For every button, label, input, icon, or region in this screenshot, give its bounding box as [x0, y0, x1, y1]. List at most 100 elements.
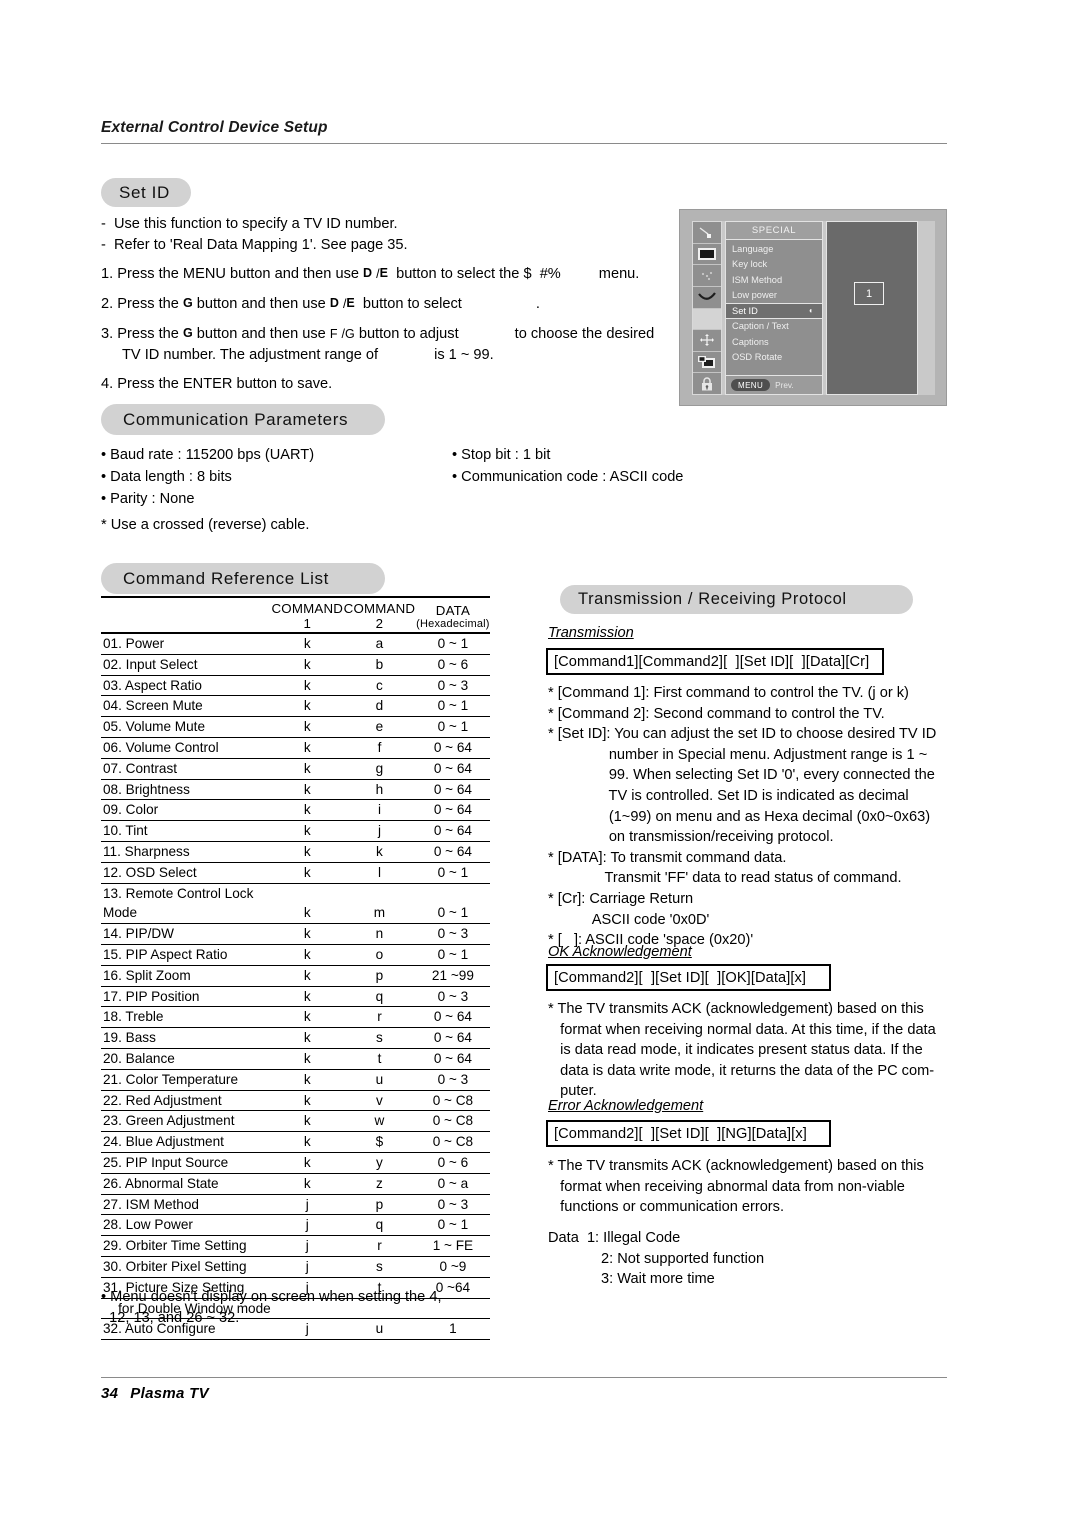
command-table-header-row: COMMAND 1 COMMAND 2 DATA (Hexadecimal): [101, 596, 490, 634]
row-5-data: 0 ~ 64: [415, 737, 490, 759]
row-29-c1: j: [271, 1256, 344, 1278]
osd-icon-lock[interactable]: [693, 373, 721, 394]
row-20-c2: u: [343, 1069, 416, 1091]
row-16-c2: q: [343, 986, 416, 1008]
error-data-item-1: 2: Not supported function: [601, 1250, 765, 1267]
osd-prev-label: Prev.: [775, 380, 794, 390]
table-row: 20. Balance k t 0 ~ 64: [101, 1048, 490, 1070]
row-28-c1: j: [271, 1235, 344, 1257]
row-17-c2: r: [343, 1006, 416, 1029]
row-28-data: 1 ~ FE: [415, 1235, 490, 1257]
osd-icon-screen[interactable]: [693, 330, 721, 352]
col-header-command-1: COMMAND 1: [271, 596, 344, 634]
tv-osd-screenshot: SPECIAL Language Key lock ISM Method Low…: [679, 209, 947, 406]
row-6-data: 0 ~ 64: [415, 758, 490, 780]
osd-icon-picture[interactable]: [693, 244, 721, 266]
set-id-step-2: 2. Press the G button and then use D /E …: [101, 293, 654, 315]
row-16-name: 17. PIP Position: [101, 986, 272, 1008]
step-3-line2-b: is 1 ~ 99.: [434, 347, 494, 363]
row-14-data: 0 ~ 1: [415, 944, 490, 966]
section-heading-communication-parameters: Communication Parameters: [101, 404, 385, 435]
footer-rule: [101, 1377, 947, 1378]
row-3-data: 0 ~ 1: [415, 695, 490, 718]
row-13-data: 0 ~ 3: [415, 923, 490, 945]
osd-item-caption-text[interactable]: Caption / Text: [726, 319, 822, 335]
section-heading-command-reference-list: Command Reference List: [101, 563, 385, 594]
table-row: 15. PIP Aspect Ratio k o 0 ~ 1: [101, 944, 490, 966]
row-28-name: 29. Orbiter Time Setting: [101, 1235, 272, 1257]
step-3-number: 3.: [101, 326, 114, 342]
step-1-glyph: $ #%: [523, 266, 561, 282]
row-5-name: 06. Volume Control: [101, 737, 272, 759]
row-15-c2: p: [343, 965, 416, 987]
row-18-c2: s: [343, 1027, 416, 1049]
osd-item-set-id[interactable]: Set ID ◖: [726, 303, 822, 319]
comm-params-right-bullets: • Stop bit : 1 bit • Communication code …: [452, 444, 683, 488]
set-id-steps: 1. Press the MENU button and then use D …: [101, 263, 654, 403]
row-29-c2: s: [343, 1256, 416, 1278]
row-11-c2: l: [343, 862, 416, 884]
osd-menu-button[interactable]: MENU: [731, 379, 771, 391]
col-header-command-2: COMMAND 2: [343, 596, 416, 634]
osd-item-ism-method[interactable]: ISM Method: [726, 272, 822, 288]
row-19-data: 0 ~ 64: [415, 1048, 490, 1070]
transmission-note-10: * [Cr]: Carriage Return: [548, 890, 694, 907]
table-row: 13. Remote Control Lock Mode k m 0 ~ 1: [101, 883, 490, 925]
step-3-text-b: button and then use: [196, 326, 326, 342]
osd-icon-pip[interactable]: [693, 352, 721, 374]
col-header-data-sub: (Hexadecimal): [416, 618, 490, 630]
set-id-step-1: 1. Press the MENU button and then use D …: [101, 263, 654, 285]
step-1-symbol-up: D: [363, 266, 373, 280]
transmission-note-3: number in Special menu. Adjustment range…: [548, 746, 928, 763]
table-row: 22. Red Adjustment k v 0 ~ C8: [101, 1090, 490, 1112]
osd-icon-special[interactable]: [693, 308, 721, 331]
step-2-text-c: button to select: [362, 296, 462, 312]
transmission-note-8: * [DATA]: To transmit command data.: [548, 849, 787, 866]
row-4-c1: k: [271, 716, 344, 738]
table-row: 10. Tint k j 0 ~ 64: [101, 820, 490, 842]
row-8-data: 0 ~ 64: [415, 799, 490, 822]
row-2-c2: c: [343, 675, 416, 697]
table-row: 26. Abnormal State k z 0 ~ a: [101, 1173, 490, 1195]
osd-item-osd-rotate[interactable]: OSD Rotate: [726, 350, 822, 366]
osd-item-language[interactable]: Language: [726, 241, 822, 257]
osd-item-low-power[interactable]: Low power: [726, 288, 822, 304]
table-row: 17. PIP Position k q 0 ~ 3: [101, 986, 490, 1008]
step-2-symbol-up: D: [329, 296, 339, 310]
row-13-c1: k: [271, 923, 344, 945]
osd-icon-setup[interactable]: [693, 222, 721, 244]
table-row: 14. PIP/DW k n 0 ~ 3: [101, 923, 490, 945]
row-22-c2: w: [343, 1110, 416, 1133]
osd-set-id-value[interactable]: 1: [854, 282, 884, 305]
row-12-c2: m: [343, 883, 416, 925]
step-3-symbol-right2: G: [345, 327, 355, 341]
row-10-c1: k: [271, 841, 344, 863]
osd-menu-title: SPECIAL: [726, 222, 822, 240]
osd-item-key-lock[interactable]: Key lock: [726, 257, 822, 273]
set-id-step-3: 3. Press the G button and then use F /G …: [101, 323, 654, 366]
row-10-data: 0 ~ 64: [415, 841, 490, 863]
osd-item-captions[interactable]: Captions: [726, 334, 822, 350]
row-17-name: 18. Treble: [101, 1006, 272, 1029]
table-row: 08. Brightness k h 0 ~ 64: [101, 779, 490, 801]
row-19-c2: t: [343, 1048, 416, 1070]
row-7-name: 08. Brightness: [101, 779, 272, 801]
table-row: 11. Sharpness k k 0 ~ 64: [101, 841, 490, 863]
footer-page-number: 34: [101, 1385, 119, 1402]
error-acknowledgement-notes: * The TV transmits ACK (acknowledgement)…: [548, 1156, 924, 1218]
step-3-line2-a: TV ID number. The adjustment range of: [122, 347, 379, 363]
osd-item-ism-method-label: ISM Method: [732, 274, 783, 285]
row-14-c1: k: [271, 944, 344, 966]
row-4-c2: e: [343, 716, 416, 738]
step-2-symbol-down: E: [346, 296, 355, 310]
row-3-name: 04. Screen Mute: [101, 695, 272, 718]
step-2-text-b: button and then use: [196, 296, 326, 312]
osd-icon-sound[interactable]: [693, 265, 721, 287]
row-25-data: 0 ~ a: [415, 1173, 490, 1195]
row-25-name: 26. Abnormal State: [101, 1173, 272, 1195]
row-0-data: 0 ~ 1: [415, 633, 490, 655]
table-row: 16. Split Zoom k p 21 ~99: [101, 965, 490, 987]
transmission-note-5: TV is controlled. Set ID is indicated as…: [548, 787, 909, 804]
osd-icon-time[interactable]: [693, 287, 721, 309]
row-27-c1: j: [271, 1214, 344, 1237]
